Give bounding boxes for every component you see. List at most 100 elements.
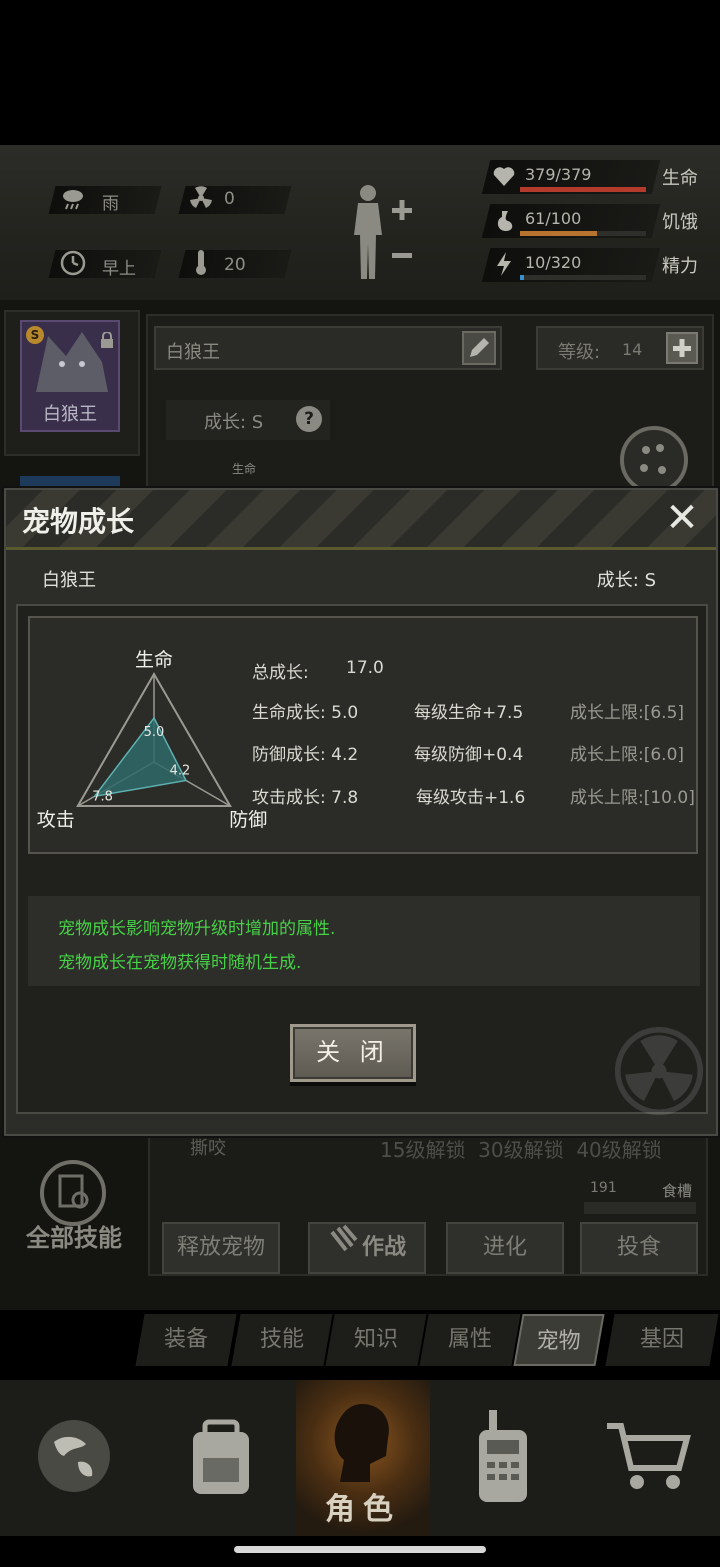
all-skills-label: 全部技能 — [26, 1224, 122, 1252]
time-text: 早上 — [102, 259, 136, 279]
tab-pets[interactable]: 宠物 — [513, 1314, 605, 1366]
radar-attack-value: 7.8 — [92, 789, 113, 804]
tip-line-1: 宠物成长影响宠物升级时增加的属性. — [58, 919, 336, 939]
food-value: 191 — [590, 1180, 617, 1196]
dialog-header: 宠物成长 ✕ — [6, 490, 716, 550]
defense-growth-cap: 成长上限:[6.0] — [570, 745, 685, 765]
head-icon — [326, 1398, 400, 1492]
weather-text: 雨 — [102, 194, 119, 214]
nav-inventory[interactable] — [148, 1380, 294, 1536]
tab-genes[interactable]: 基因 — [605, 1314, 719, 1366]
growth-tips: 宠物成长影响宠物升级时增加的属性. 宠物成长在宠物获得时随机生成. — [28, 896, 700, 986]
cloud-rain-icon — [58, 186, 88, 220]
health-label: 生命 — [662, 168, 698, 189]
skill-unlock-text: 15级解锁 30级解锁 40级解锁 — [380, 1138, 662, 1162]
cart-icon — [605, 1418, 691, 1498]
tip-line-2: 宠物成长在宠物获得时随机生成. — [58, 953, 302, 973]
skill-bite: 撕咬 — [190, 1138, 226, 1159]
dialog-pet-name: 白狼王 — [42, 570, 96, 591]
level-field: 等级: 14 — [536, 326, 704, 370]
total-growth-value: 17.0 — [346, 658, 384, 678]
paw-icon[interactable] — [620, 426, 688, 494]
battle-button[interactable]: 作战 — [308, 1222, 426, 1274]
tab-knowledge[interactable]: 知识 — [325, 1314, 427, 1366]
bottom-nav: 角色 — [0, 1380, 720, 1536]
evolve-button[interactable]: 进化 — [446, 1222, 564, 1274]
tab-equipment[interactable]: 装备 — [135, 1314, 237, 1366]
level-label: 等级: — [558, 342, 601, 363]
energy-value: 10/320 — [525, 253, 582, 272]
attack-per-level: 每级攻击+1.6 — [416, 788, 526, 808]
bolt-icon — [494, 251, 514, 281]
attack-growth-cap: 成长上限:[10.0] — [570, 788, 695, 808]
close-icon[interactable]: ✕ — [662, 498, 702, 540]
health-bar — [520, 187, 646, 192]
dialog-body: 5.0 4.2 7.8 生命攻击 防御 总成长: 17.0 生命成长: 5.0 每级生命… — [16, 604, 708, 1116]
tab-attributes[interactable]: 属性 — [419, 1314, 521, 1366]
skill-book-icon — [40, 1160, 106, 1226]
rank-badge: S — [26, 326, 44, 344]
hunger-value: 61/100 — [525, 209, 582, 228]
feed-button[interactable]: 投食 — [580, 1222, 698, 1274]
growth-label: 成长: S — [204, 412, 264, 433]
body-icon[interactable] — [346, 183, 418, 283]
total-growth-label: 总成长: — [252, 663, 309, 683]
radar-label-attack: 攻击 — [37, 809, 75, 831]
growth-radar-chart: 5.0 4.2 7.8 生命攻击 防御 — [37, 649, 267, 831]
food-label: 食槽 — [662, 1182, 693, 1200]
growth-stats-box: 5.0 4.2 7.8 生命攻击 防御 总成长: 17.0 生命成长: 5.0 每级生命… — [28, 616, 698, 854]
nav-shop[interactable] — [576, 1380, 720, 1536]
mini-radar-label: 生命 — [232, 462, 257, 476]
pet-growth-dialog: 宠物成长 ✕ 白狼王 成长: S 5.0 4.2 7.8 生命攻击 防御 总成长: 17… — [4, 488, 718, 1136]
radar-label-defense: 防御 — [229, 809, 267, 831]
tab-skills[interactable]: 技能 — [231, 1314, 333, 1366]
hunger-label: 饥饿 — [662, 212, 698, 233]
all-skills-button[interactable]: 全部技能 — [20, 1150, 130, 1260]
pet-name-field[interactable]: 白狼王 — [154, 326, 502, 370]
radar-defense-value: 4.2 — [170, 763, 191, 778]
battle-label: 作战 — [361, 1235, 406, 1260]
health-value: 379/379 — [525, 165, 592, 184]
radar-value-area — [92, 716, 188, 798]
release-pet-button[interactable]: 释放宠物 — [162, 1222, 280, 1274]
attack-growth: 攻击成长: 7.8 — [252, 788, 359, 808]
radiation-text: 0 — [224, 189, 235, 209]
help-icon[interactable]: ? — [296, 406, 322, 432]
radio-icon — [473, 1408, 533, 1508]
radar-label-life: 生命 — [135, 649, 173, 671]
home-indicator[interactable] — [234, 1546, 486, 1553]
claw-icon — [328, 1224, 358, 1272]
pet-portrait[interactable]: S 白狼王 — [20, 320, 120, 432]
plus-icon[interactable] — [666, 332, 698, 364]
radiation-icon — [186, 186, 216, 218]
thermometer-icon — [186, 248, 216, 284]
level-value: 14 — [622, 340, 643, 359]
defense-growth: 防御成长: 4.2 — [252, 745, 359, 765]
backpack-icon — [181, 1414, 261, 1502]
heart-icon — [492, 165, 516, 191]
life-growth: 生命成长: 5.0 — [252, 703, 359, 723]
nav-character[interactable]: 角色 — [296, 1380, 430, 1536]
dialog-title: 宠物成长 — [22, 505, 135, 538]
defense-per-level: 每级防御+0.4 — [414, 745, 524, 765]
nav-world[interactable] — [0, 1380, 148, 1536]
energy-label: 精力 — [662, 256, 698, 277]
nav-radio[interactable] — [430, 1380, 576, 1536]
close-button[interactable]: 关 闭 — [290, 1024, 416, 1082]
hunger-bar — [520, 231, 646, 236]
status-header: 雨 0 早上 20 379/379 生命 61/100 饥饿 10/320 精力 — [0, 145, 720, 300]
radar-life-value: 5.0 — [144, 725, 165, 740]
life-growth-cap: 成长上限:[6.5] — [570, 703, 685, 723]
edit-icon[interactable] — [462, 331, 496, 365]
temperature-text: 20 — [224, 255, 246, 275]
nav-character-label: 角色 — [325, 1492, 401, 1527]
dialog-pet-growth: 成长: S — [596, 570, 656, 591]
globe-icon — [34, 1416, 114, 1500]
pet-name-field-text: 白狼王 — [166, 342, 220, 363]
stomach-icon — [494, 209, 516, 237]
portrait-name: 白狼王 — [43, 404, 97, 425]
lock-icon — [100, 331, 114, 352]
clock-icon — [58, 250, 88, 284]
life-per-level: 每级生命+7.5 — [414, 703, 524, 723]
radiation-watermark-icon — [614, 1026, 704, 1116]
